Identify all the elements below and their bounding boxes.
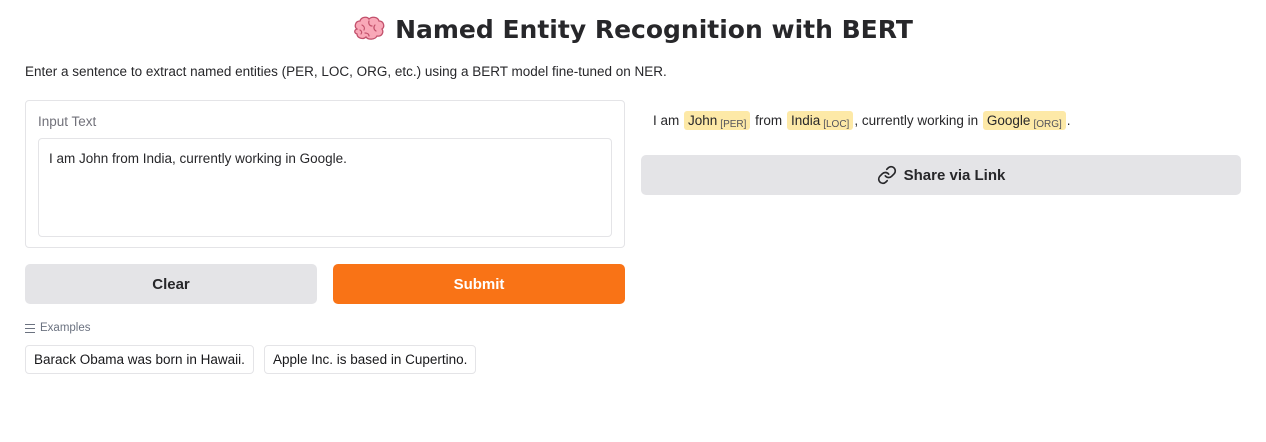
output-text: I am — [653, 112, 684, 128]
entity-text: Google — [986, 112, 1031, 128]
entity-highlight: John [PER] — [684, 110, 751, 130]
list-icon — [25, 323, 35, 333]
input-text-field[interactable] — [38, 138, 612, 237]
entity-tag: [LOC] — [823, 118, 850, 130]
entity-tag: [ORG] — [1033, 118, 1062, 130]
input-panel: Input Text — [25, 100, 625, 248]
share-link-button[interactable]: Share via Link — [641, 155, 1241, 195]
clear-button[interactable]: Clear — [25, 264, 317, 304]
output-text: . — [1066, 112, 1071, 128]
example-item[interactable]: Apple Inc. is based in Cupertino. — [264, 345, 477, 374]
submit-button[interactable]: Submit — [333, 264, 625, 304]
link-icon — [877, 165, 896, 185]
examples-label: Examples — [40, 322, 91, 334]
input-label: Input Text — [38, 114, 97, 129]
entity-text: India — [790, 112, 821, 128]
example-item[interactable]: Barack Obama was born in Hawaii. — [25, 345, 254, 374]
entity-highlight: India [LOC] — [786, 110, 854, 130]
examples-header: Examples — [25, 322, 91, 334]
ner-output: I am John [PER] from India [LOC] , curre… — [653, 107, 1071, 133]
output-text: from — [751, 112, 786, 128]
brain-icon — [354, 16, 385, 40]
share-label: Share via Link — [903, 166, 1006, 184]
output-text: , currently working in — [854, 112, 982, 128]
page-title: Named Entity Recognition with BERT — [0, 12, 1266, 46]
entity-highlight: Google [ORG] — [982, 110, 1066, 130]
entity-text: John — [688, 112, 718, 128]
page-title-text: Named Entity Recognition with BERT — [395, 14, 913, 44]
entity-tag: [PER] — [720, 118, 747, 130]
page-description: Enter a sentence to extract named entiti… — [25, 64, 667, 79]
